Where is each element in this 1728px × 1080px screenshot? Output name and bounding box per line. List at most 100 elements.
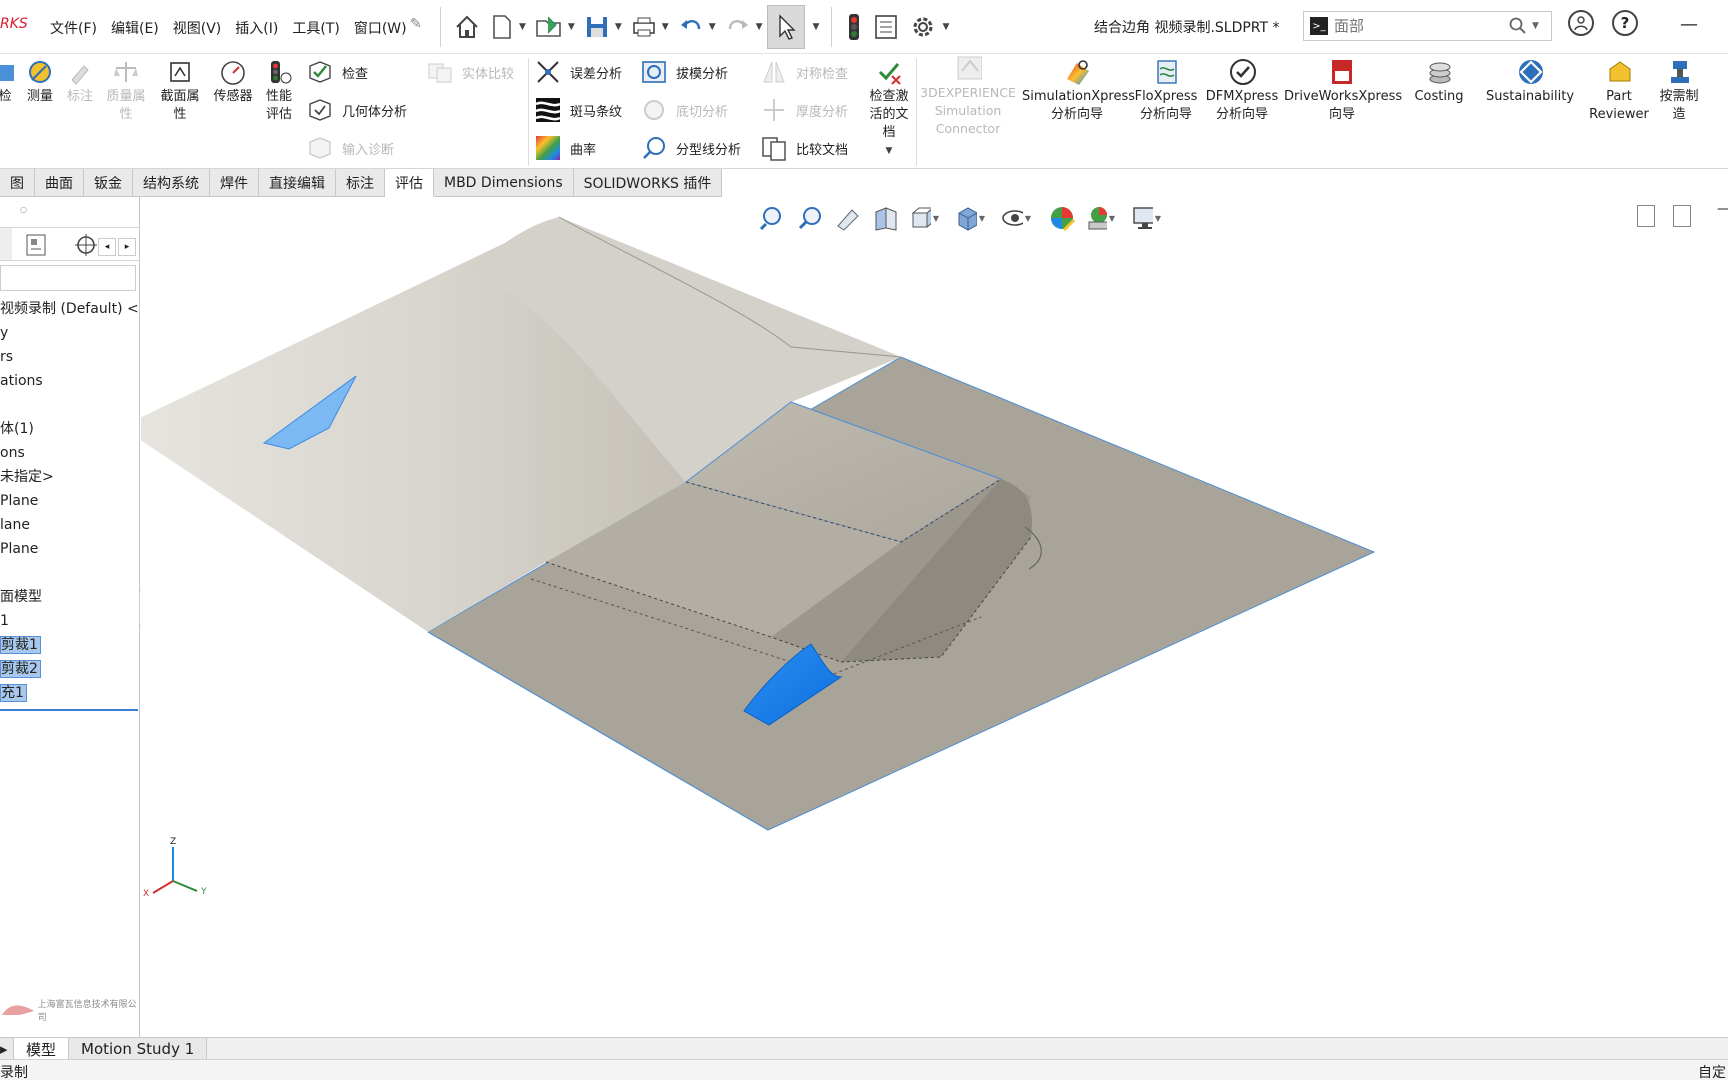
menu-edit[interactable]: 编辑(E) xyxy=(111,18,159,38)
curvature-button[interactable]: 曲率 xyxy=(534,134,596,162)
status-right-text[interactable]: 自定 xyxy=(1698,1062,1726,1080)
tree-item-right-plane[interactable]: Plane xyxy=(0,537,139,561)
redo-button[interactable]: ▼ xyxy=(720,5,767,49)
tab-motion-study-1[interactable]: Motion Study 1 xyxy=(69,1038,208,1060)
search-icon[interactable] xyxy=(1508,16,1528,36)
print-button[interactable]: ▼ xyxy=(626,5,673,49)
tree-item-surface-bodies[interactable]: 体(1) xyxy=(0,417,139,441)
floxpress-button[interactable]: FloXpress 分析向导 xyxy=(1134,58,1198,124)
chevron-down-icon[interactable]: ▼ xyxy=(1532,21,1539,31)
menu-view[interactable]: 视图(V) xyxy=(173,18,222,38)
coordinate-triad[interactable]: Z X Y xyxy=(141,837,221,907)
scroll-left-icon[interactable]: ◂ xyxy=(98,238,116,256)
tab-direct-editing[interactable]: 直接编辑 xyxy=(259,169,336,197)
compare-bodies-button[interactable]: 实体比较 xyxy=(426,58,514,86)
save-button[interactable]: ▼ xyxy=(579,5,626,49)
feature-tree-tab[interactable] xyxy=(0,228,12,260)
chevron-down-icon[interactable]: ▼ xyxy=(519,22,526,32)
check-entity-button[interactable]: 检查 xyxy=(306,58,368,86)
tab-solidworks-addins[interactable]: SOLIDWORKS 插件 xyxy=(573,169,723,197)
graphics-area[interactable]: ▼ ▼ ▼ ▼ ▼ — xyxy=(141,197,1728,1037)
section-properties-button[interactable]: 截面属性 xyxy=(156,58,204,124)
mass-properties-button[interactable]: 质量属性 xyxy=(104,58,148,124)
menu-insert[interactable]: 插入(I) xyxy=(235,18,278,38)
minimize-icon[interactable]: — xyxy=(1680,14,1698,35)
scroll-right-icon[interactable]: ▸ xyxy=(118,238,136,256)
costing-button[interactable]: Costing xyxy=(1402,58,1476,106)
tree-filter-input[interactable] xyxy=(0,265,136,291)
tree-item-surface-model[interactable]: 面模型 xyxy=(0,585,139,609)
markup-button[interactable]: 标注 xyxy=(62,58,98,106)
open-button[interactable]: ▼ xyxy=(530,5,579,49)
user-account-icon[interactable] xyxy=(1568,10,1594,36)
select-button[interactable] xyxy=(766,5,805,49)
chevron-down-icon[interactable]: ▼ xyxy=(756,22,763,32)
dfmxpress-button[interactable]: DFMXpress 分析向导 xyxy=(1204,58,1280,124)
tree-item-annotations[interactable]: ations xyxy=(0,369,139,393)
tree-item-front-plane[interactable]: Plane xyxy=(0,489,139,513)
tab-scroll-icon[interactable]: ▸ xyxy=(0,1038,14,1060)
property-manager-tab[interactable] xyxy=(24,232,48,258)
geometry-analysis-button[interactable]: 几何体分析 xyxy=(306,96,407,124)
menu-file[interactable]: 文件(F) xyxy=(50,18,97,38)
tab-structure-system[interactable]: 结构系统 xyxy=(133,169,210,197)
tab-sketch[interactable]: 图 xyxy=(0,169,35,197)
tab-markup[interactable]: 标注 xyxy=(336,169,385,197)
home-button[interactable] xyxy=(449,5,485,49)
tab-surfaces[interactable]: 曲面 xyxy=(35,169,84,197)
chevron-down-icon[interactable]: ▼ xyxy=(813,22,820,32)
symmetry-check-button[interactable]: 对称检查 xyxy=(760,58,848,86)
search-box[interactable]: >_ ▼ xyxy=(1303,11,1552,41)
check-active-document-button[interactable]: 检查激活的文档 ▼ xyxy=(864,58,914,160)
tree-item-material[interactable]: 未指定> xyxy=(0,465,139,489)
undercut-analysis-button[interactable]: 底切分析 xyxy=(640,96,728,124)
deviation-analysis-button[interactable]: 误差分析 xyxy=(534,58,622,86)
chevron-down-icon[interactable]: ▼ xyxy=(709,22,716,32)
undo-button[interactable]: ▼ xyxy=(673,5,720,49)
driveworksxpress-button[interactable]: DriveWorksXpress 向导 xyxy=(1284,58,1402,124)
simulationxpress-button[interactable]: SimulationXpress 分析向导 xyxy=(1022,58,1135,124)
parting-line-button[interactable]: 分型线分析 xyxy=(640,134,741,162)
sensor-button[interactable]: 传感器 xyxy=(210,58,256,106)
part-reviewer-button[interactable]: Part Reviewer xyxy=(1586,58,1652,124)
on-demand-manufacturing-button[interactable]: 按需制造 xyxy=(1654,58,1704,124)
select-dropdown[interactable]: ▼ xyxy=(805,5,824,49)
tree-item-blank[interactable] xyxy=(0,393,139,417)
rollback-bar[interactable] xyxy=(0,709,138,711)
tab-mbd-dimensions[interactable]: MBD Dimensions xyxy=(434,169,574,197)
sustainability-button[interactable]: Sustainability xyxy=(1478,58,1582,106)
tree-item-trim-1[interactable]: 剪裁1 xyxy=(0,633,139,657)
tab-evaluate[interactable]: 评估 xyxy=(385,169,434,197)
compare-documents-button[interactable]: 比较文档 xyxy=(760,134,848,162)
measure-button[interactable]: 测量 xyxy=(22,58,58,106)
tree-item-equations[interactable]: ons xyxy=(0,441,139,465)
new-button[interactable]: ▼ xyxy=(485,5,530,49)
tree-item-history[interactable]: y xyxy=(0,321,139,345)
tab-sheet-metal[interactable]: 钣金 xyxy=(84,169,133,197)
rebuild-button[interactable] xyxy=(840,5,868,49)
file-properties-button[interactable] xyxy=(868,5,904,49)
tab-model[interactable]: 模型 xyxy=(14,1038,70,1060)
chevron-down-icon[interactable]: ▼ xyxy=(864,142,914,160)
chevron-down-icon[interactable]: ▼ xyxy=(568,22,575,32)
tree-item-sensors[interactable]: rs xyxy=(0,345,139,369)
thickness-analysis-button[interactable]: 厚度分析 xyxy=(760,96,848,124)
help-icon[interactable]: ? xyxy=(1612,10,1638,36)
options-button[interactable]: ▼ xyxy=(904,5,953,49)
menu-tools[interactable]: 工具(T) xyxy=(292,18,339,38)
chevron-down-icon[interactable]: ▼ xyxy=(942,22,949,32)
menu-window[interactable]: 窗口(W) xyxy=(354,18,407,38)
tab-weldments[interactable]: 焊件 xyxy=(210,169,259,197)
configuration-manager-tab[interactable] xyxy=(74,232,98,258)
search-input[interactable] xyxy=(1334,17,1494,35)
import-diagnostics-button[interactable]: 输入诊断 xyxy=(306,134,394,162)
surface-model-view[interactable] xyxy=(141,197,1728,1037)
3dexperience-simulation-connector-button[interactable]: 3DEXPERIENCE Simulation Connector xyxy=(918,54,1018,138)
tree-item-origin[interactable] xyxy=(0,561,139,585)
pin-icon[interactable]: ✎ xyxy=(410,16,422,32)
draft-analysis-button[interactable]: 拔模分析 xyxy=(640,58,728,86)
chevron-down-icon[interactable]: ▼ xyxy=(615,22,622,32)
performance-button[interactable]: 性能评估 xyxy=(262,58,296,124)
tree-item-part-root[interactable]: 视频录制 (Default) < xyxy=(0,297,139,321)
tree-item-feature-1[interactable]: 1 xyxy=(0,609,139,633)
